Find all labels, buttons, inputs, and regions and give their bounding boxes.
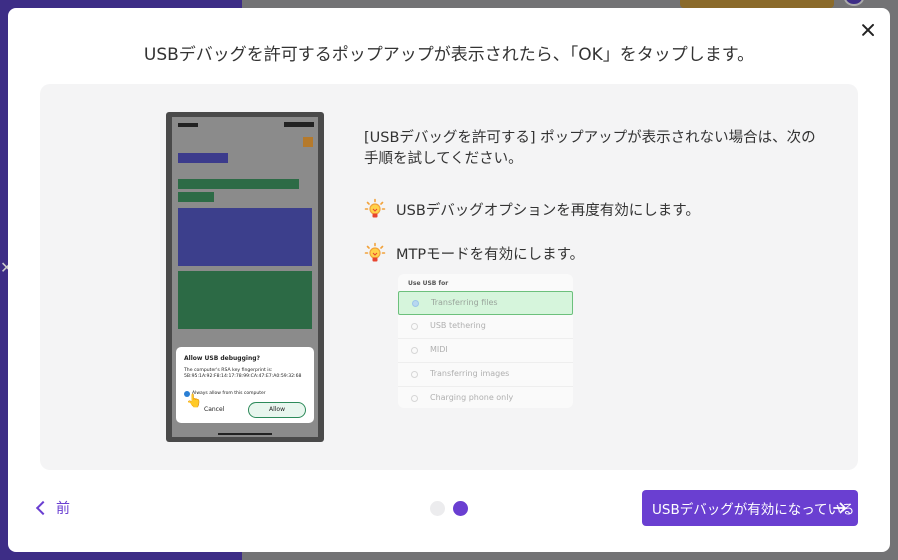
home-indicator xyxy=(218,433,272,435)
hint-text: [USBデバッグを許可する] ポップアップが表示されない場合は、次の手順を試して… xyxy=(364,130,816,167)
placeholder-bar xyxy=(178,153,228,163)
usb-option-label: USB tethering xyxy=(430,321,486,330)
tip-reenable-usb-debugging: USBデバッグオプションを再度有効にします。 xyxy=(364,198,700,220)
dialog-title: USBデバッグを許可するポップアップが表示されたら、「OK」をタップします。 xyxy=(143,45,755,65)
usb-debugging-enabled-button[interactable]: USBデバッグが有効になっている xyxy=(642,490,858,526)
back-label: 前 xyxy=(56,501,70,517)
usb-mode-illustration: Use USB for Transferring files USB tethe… xyxy=(398,274,573,408)
lightbulb-icon xyxy=(364,242,386,262)
status-bar-left xyxy=(178,123,198,127)
tip-enable-mtp: MTPモードを有効にします。 xyxy=(364,242,584,264)
usb-option-row: USB tethering xyxy=(398,315,573,339)
app-icon xyxy=(303,137,313,147)
lightbulb-icon xyxy=(364,198,386,218)
usb-list-header: Use USB for xyxy=(408,280,449,287)
popup-title: Allow USB debugging? xyxy=(184,355,260,362)
usb-option-row: Transferring images xyxy=(398,363,573,387)
radio-icon xyxy=(411,371,418,378)
placeholder-card xyxy=(178,271,312,329)
radio-icon xyxy=(411,395,418,402)
radio-icon xyxy=(411,347,418,354)
usb-option-row: MIDI xyxy=(398,339,573,363)
back-button[interactable]: 前 xyxy=(35,498,70,518)
usb-debugging-dialog: USBデバッグを許可するポップアップが表示されたら、「OK」をタップします。 A… xyxy=(8,8,890,552)
usb-option-row: Charging phone only xyxy=(398,387,573,411)
status-bar-right xyxy=(284,122,314,127)
radio-icon xyxy=(412,300,419,307)
instruction-panel: Allow USB debugging? The computer's RSA … xyxy=(40,84,858,470)
popup-checkbox-label: Always allow from this computer xyxy=(192,391,266,396)
primary-button-label: USBデバッグが有効になっている xyxy=(652,502,855,518)
phone-illustration: Allow USB debugging? The computer's RSA … xyxy=(166,112,324,442)
usb-option-label: Transferring images xyxy=(430,369,510,378)
close-icon[interactable] xyxy=(857,20,879,42)
popup-allow-button: Allow xyxy=(248,402,306,418)
usb-debugging-popup: Allow USB debugging? The computer's RSA … xyxy=(176,347,314,423)
phone-screen: Allow USB debugging? The computer's RSA … xyxy=(172,117,318,437)
placeholder-card xyxy=(178,208,312,266)
placeholder-bar xyxy=(178,179,299,189)
popup-body: The computer's RSA key fingerprint is: 5… xyxy=(184,368,302,379)
usb-option-label: Transferring files xyxy=(431,298,498,307)
placeholder-bar xyxy=(178,192,214,202)
page-dot-1[interactable] xyxy=(430,501,445,516)
tip-text: MTPモードを有効にします。 xyxy=(396,246,585,263)
usb-option-label: Charging phone only xyxy=(430,393,514,402)
popup-cancel-button: Cancel xyxy=(204,406,225,413)
usb-option-row: Transferring files xyxy=(398,291,573,315)
arrow-right-icon xyxy=(833,502,846,514)
tip-text: USBデバッグオプションを再度有効にします。 xyxy=(396,202,700,219)
usb-option-label: MIDI xyxy=(430,345,448,354)
page-dot-2-active[interactable] xyxy=(453,501,468,516)
chevron-left-icon xyxy=(35,500,51,516)
radio-icon xyxy=(411,323,418,330)
pointing-hand-icon: 👆 xyxy=(186,394,203,409)
background-button xyxy=(680,0,834,8)
